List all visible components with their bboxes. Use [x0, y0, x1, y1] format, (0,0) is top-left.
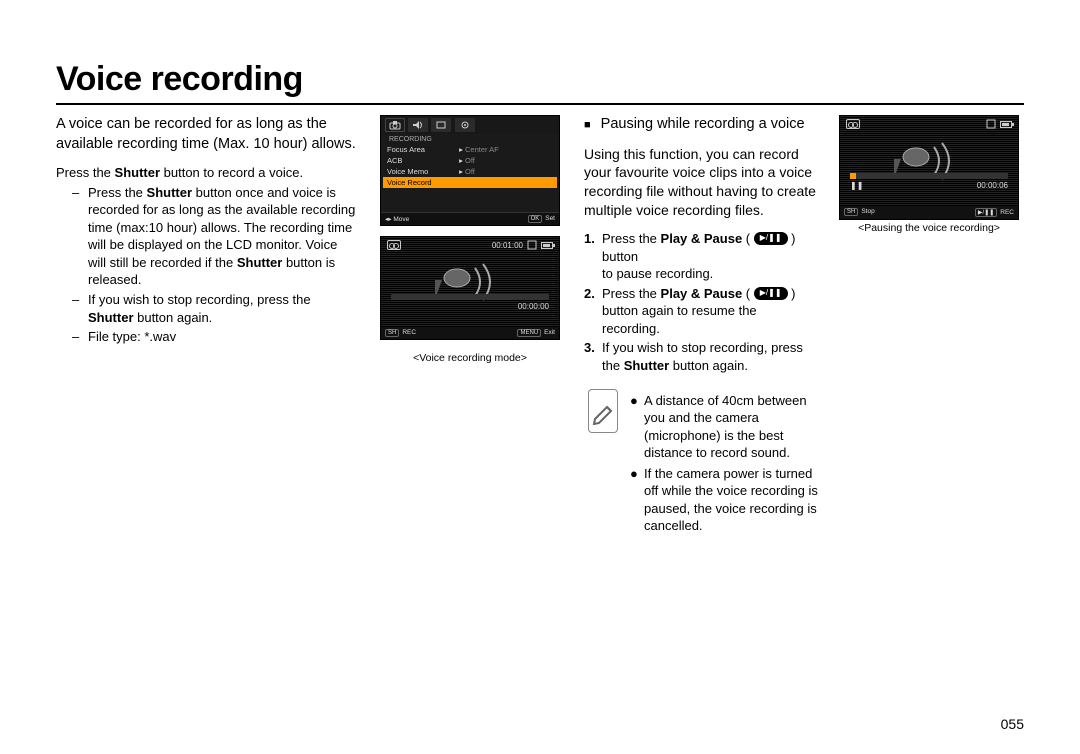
lcd-foot-right: OKSet	[528, 215, 555, 223]
list-item: 2. Press the Play & Pause ( ▶/❚❚ ) butto…	[584, 285, 818, 338]
lcd-menu-heading: RECORDING	[383, 134, 557, 144]
page-number: 055	[1001, 716, 1024, 732]
note-item: ● If the camera power is turned off whil…	[630, 465, 818, 535]
menu-label: ACB	[387, 156, 457, 165]
menu-label: Focus Area	[387, 145, 457, 154]
lcd-pause-screenshot: ❚❚ 00:00:06 SHStop ▶/❚❚REC	[839, 115, 1019, 220]
memory-icon	[527, 240, 537, 250]
menu-value: Off	[465, 167, 553, 176]
lcd-foot-right: ▶/❚❚REC	[975, 208, 1014, 217]
menu-row-empty	[383, 188, 557, 199]
text: button to record a voice.	[160, 165, 303, 180]
play-pause-icon: ▶/❚❚	[754, 287, 788, 300]
battery-icon	[541, 242, 553, 249]
section-heading: ■ Pausing while recording a voice	[584, 115, 818, 135]
lcd-top-right	[986, 119, 1012, 129]
menu-row: ACB▸Off	[383, 155, 557, 166]
file-type: File type: *.wav	[88, 328, 356, 346]
page-title: Voice recording	[56, 60, 1024, 99]
menu-row-empty	[383, 199, 557, 210]
list-item: 1. Press the Play & Pause ( ▶/❚❚ ) butto…	[584, 230, 818, 283]
menu-label: Voice Record	[387, 178, 457, 187]
right-aside: ❚❚ 00:00:06 SHStop ▶/❚❚REC <Pausing the …	[834, 115, 1024, 538]
text: button	[602, 249, 638, 264]
text: button again.	[134, 310, 213, 325]
memory-icon	[986, 119, 996, 129]
note-icon	[588, 389, 618, 433]
lcd-column: RECORDING Focus Area▸Center AF ACB▸Off V…	[376, 115, 564, 538]
shutter-word: Shutter	[115, 165, 161, 180]
shutter-word: Shutter	[88, 310, 134, 325]
sound-tab-icon	[408, 118, 428, 132]
text: Press the	[602, 286, 661, 301]
steps-list: 1. Press the Play & Pause ( ▶/❚❚ ) butto…	[584, 230, 818, 374]
lcd-foot-left: SHREC	[385, 329, 416, 337]
lcd-foot-left: SHStop	[844, 208, 875, 217]
list-item: – If you wish to stop recording, press t…	[72, 291, 356, 326]
note-text: If the camera power is turned off while …	[644, 465, 818, 535]
play-pause-icon: ▶/❚❚	[754, 232, 788, 245]
text: to pause recording.	[602, 266, 713, 281]
section-title: Pausing while recording a voice	[601, 115, 805, 135]
right-text: ■ Pausing while recording a voice Using …	[584, 115, 818, 538]
tape-icon	[387, 240, 401, 252]
lcd-recording-screenshot: 00:01:00 00:00:00	[380, 236, 560, 340]
press-shutter-line: Press the Shutter button to record a voi…	[56, 164, 356, 182]
note-text: A distance of 40cm between you and the c…	[644, 392, 818, 462]
lcd-foot-right: MENUExit	[517, 329, 555, 337]
elapsed-time: 00:00:06	[977, 181, 1008, 190]
note-item: ● A distance of 40cm between you and the…	[630, 392, 818, 462]
note-box: ● A distance of 40cm between you and the…	[584, 389, 818, 538]
camera-tab-icon	[385, 118, 405, 132]
tape-icon	[846, 119, 860, 131]
text: button again to resume the recording.	[602, 303, 757, 336]
list-item: – Press the Shutter button once and voic…	[72, 184, 356, 289]
text: button again.	[669, 358, 748, 373]
lcd2-caption: <Voice recording mode>	[413, 352, 527, 364]
text: If you wish to stop recording, press the	[88, 292, 311, 307]
right-intro: Using this function, you can record your…	[584, 145, 818, 221]
list-item: 3. If you wish to stop recording, press …	[584, 339, 818, 374]
play-pause-word: Play & Pause	[661, 231, 743, 246]
square-bullet-icon: ■	[584, 118, 591, 133]
shutter-word: Shutter	[624, 358, 670, 373]
left-intro: A voice can be recorded for as long as t…	[56, 115, 356, 154]
text: Press the	[88, 185, 147, 200]
lcd-menu-screenshot: RECORDING Focus Area▸Center AF ACB▸Off V…	[380, 115, 560, 226]
battery-icon	[1000, 121, 1012, 128]
menu-label: Voice Memo	[387, 167, 457, 176]
lcd-top-right: 00:01:00	[492, 240, 553, 250]
menu-row: Focus Area▸Center AF	[383, 144, 557, 155]
display-tab-icon	[431, 118, 451, 132]
menu-row-selected: Voice Record	[383, 177, 557, 188]
list-item: – File type: *.wav	[72, 328, 356, 346]
lcd3-caption: <Pausing the voice recording>	[858, 222, 1000, 234]
play-pause-word: Play & Pause	[661, 286, 743, 301]
elapsed-time: 00:00:00	[381, 300, 559, 311]
menu-value: Off	[465, 156, 553, 165]
text: Press the	[602, 231, 661, 246]
available-time: 00:01:00	[492, 241, 523, 250]
play-pause-badge-icon: ▶/❚❚	[975, 208, 997, 217]
text: Press the	[56, 165, 115, 180]
pause-indicator-icon: ❚❚	[850, 181, 863, 190]
lcd-foot-left: ◂▸ Move	[385, 215, 409, 223]
settings-tab-icon	[455, 118, 475, 132]
left-column: A voice can be recorded for as long as t…	[56, 115, 356, 538]
left-bullets: – Press the Shutter button once and voic…	[56, 184, 356, 346]
shutter-word: Shutter	[147, 185, 193, 200]
shutter-word: Shutter	[237, 255, 283, 270]
menu-value: Center AF	[465, 145, 553, 154]
menu-row: Voice Memo▸Off	[383, 166, 557, 177]
title-rule	[56, 103, 1024, 105]
